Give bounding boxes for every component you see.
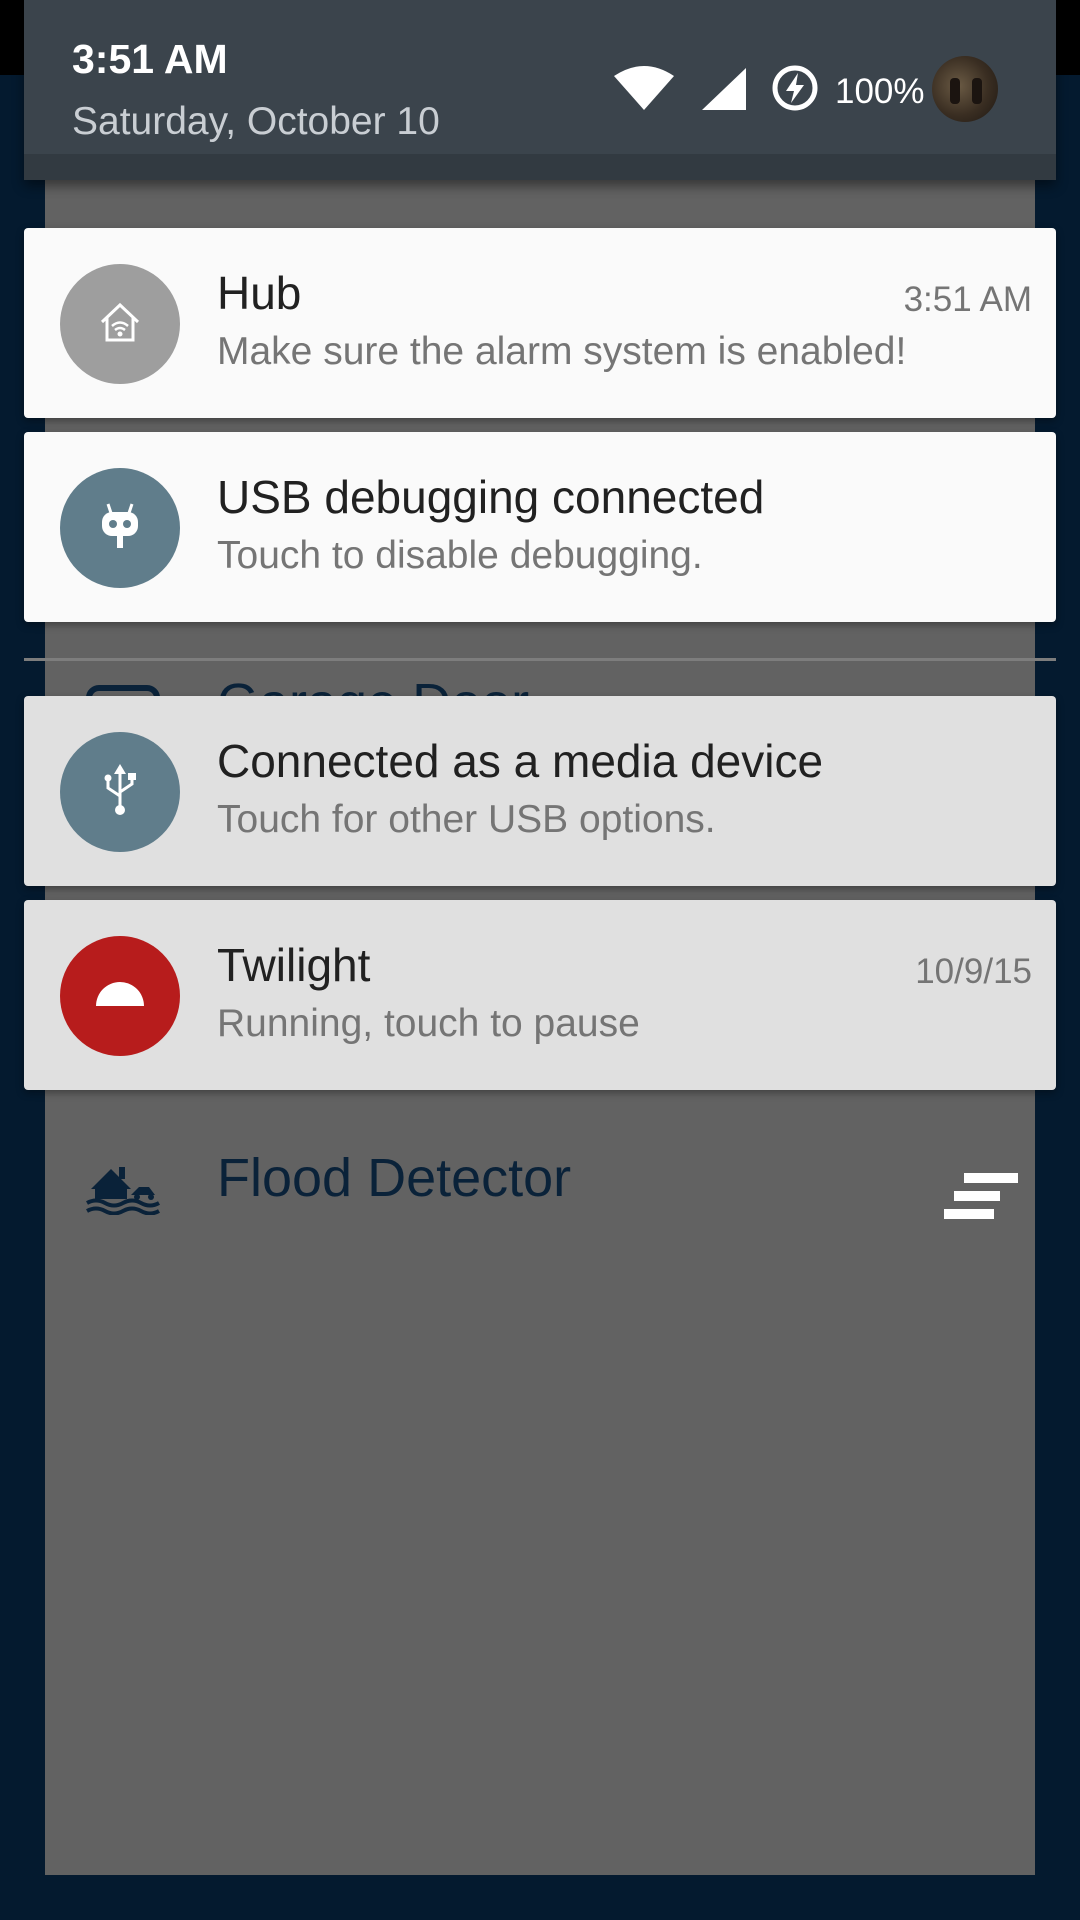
- notification-media-device[interactable]: Connected as a media device Touch for ot…: [24, 696, 1056, 886]
- notification-time: 10/9/15: [915, 952, 1032, 991]
- notification-time: 3:51 AM: [903, 280, 1032, 319]
- smart-home-icon: [96, 298, 144, 351]
- section-divider: [24, 658, 1056, 661]
- notification-text: Touch to disable debugging.: [217, 534, 703, 577]
- notification-twilight[interactable]: Twilight Running, touch to pause 10/9/15: [24, 900, 1056, 1090]
- header-divider: [24, 154, 1056, 180]
- app-badge: [60, 264, 180, 384]
- wifi-icon: [614, 64, 674, 115]
- cell-signal-icon: [702, 68, 746, 115]
- app-badge: [60, 732, 180, 852]
- notification-hub[interactable]: Hub Make sure the alarm system is enable…: [24, 228, 1056, 418]
- bg-row-flood-detector: Flood Detector: [45, 1125, 1035, 1235]
- bg-row-label: Flood Detector: [217, 1148, 572, 1208]
- notification-title: Hub: [217, 267, 302, 319]
- date: Saturday, October 10: [72, 100, 440, 143]
- notification-title: USB debugging connected: [217, 471, 765, 523]
- twilight-half-circle-icon: [94, 980, 146, 1013]
- user-avatar[interactable]: [932, 56, 998, 122]
- notification-title: Connected as a media device: [217, 735, 824, 787]
- notification-text: Make sure the alarm system is enabled!: [217, 330, 907, 373]
- shade-header[interactable]: 3:51 AM Saturday, October 10 100%: [24, 0, 1056, 180]
- notification-text: Touch for other USB options.: [217, 798, 716, 841]
- toggle-icon: [944, 1171, 1020, 1221]
- usb-icon: [100, 762, 140, 823]
- flood-house-icon: [85, 1155, 161, 1216]
- debug-bot-icon: [96, 500, 144, 557]
- notification-usb-debugging[interactable]: USB debugging connected Touch to disable…: [24, 432, 1056, 622]
- app-badge: [60, 468, 180, 588]
- battery-percentage: 100%: [835, 72, 925, 111]
- notification-title: Twilight: [217, 939, 371, 991]
- app-badge: [60, 936, 180, 1056]
- notification-text: Running, touch to pause: [217, 1002, 640, 1045]
- battery-charging-icon: [771, 64, 819, 117]
- clock: 3:51 AM: [72, 36, 228, 82]
